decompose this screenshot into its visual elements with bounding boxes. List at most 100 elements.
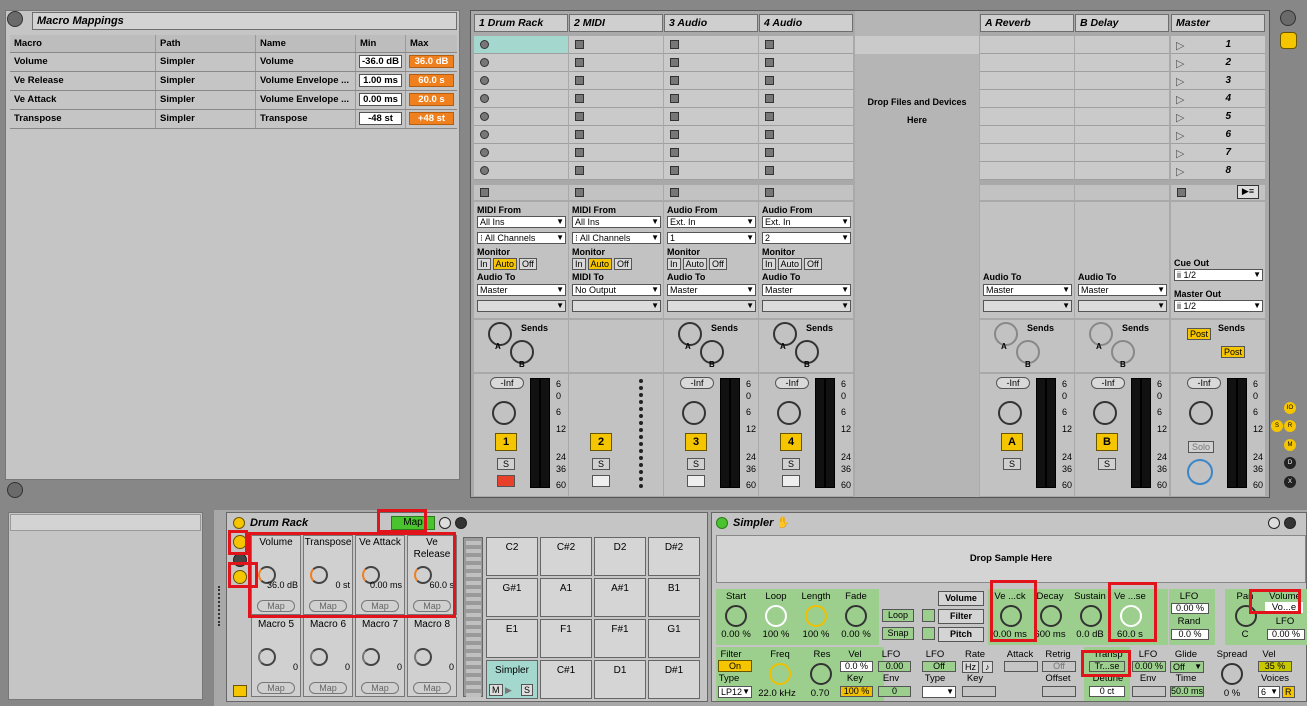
record-slot-icon[interactable] bbox=[480, 166, 489, 175]
menu-icon[interactable] bbox=[1280, 10, 1296, 26]
clip-slot[interactable]: ▷ 8 bbox=[1171, 162, 1265, 180]
table-row[interactable]: Transpose Simpler Transpose -48 st +48 st bbox=[10, 110, 457, 129]
clip-slot[interactable] bbox=[759, 90, 853, 108]
min-value-field[interactable]: -36.0 dB bbox=[359, 55, 402, 68]
clip-slot[interactable] bbox=[474, 162, 568, 180]
rand-field[interactable]: 0.0 % bbox=[1171, 629, 1209, 640]
macro-knob-dial[interactable] bbox=[258, 648, 276, 666]
max-value-field[interactable]: 60.0 s bbox=[409, 74, 454, 87]
clip-slot[interactable] bbox=[569, 72, 663, 90]
output-channel-select[interactable] bbox=[477, 300, 566, 312]
play-icon[interactable] bbox=[7, 11, 23, 27]
record-slot-icon[interactable] bbox=[480, 148, 489, 157]
clip-slot[interactable]: ▷ 4 bbox=[1171, 90, 1265, 108]
pad-overview[interactable] bbox=[463, 537, 483, 697]
knob[interactable] bbox=[492, 401, 516, 425]
scene-launch-icon[interactable]: ▷ bbox=[1176, 57, 1184, 70]
volume-value-field[interactable]: -Inf bbox=[1091, 377, 1125, 389]
pitch-env-field[interactable] bbox=[1132, 686, 1166, 697]
clip-slot[interactable] bbox=[664, 126, 758, 144]
clip-slot[interactable] bbox=[664, 54, 758, 72]
min-value-field[interactable]: 1.00 ms bbox=[359, 74, 402, 87]
clip-slot[interactable] bbox=[759, 54, 853, 72]
output-select[interactable]: Master bbox=[983, 284, 1072, 296]
min-value-field[interactable]: -48 st bbox=[359, 112, 402, 125]
record-slot-icon[interactable] bbox=[480, 76, 489, 85]
param-knob[interactable] bbox=[725, 605, 747, 627]
param-value[interactable]: 100 % bbox=[796, 629, 836, 640]
scene-launch-icon[interactable]: ▷ bbox=[1176, 93, 1184, 106]
crossfader-icon[interactable]: ▶≡ bbox=[1237, 185, 1259, 199]
table-row[interactable]: Ve Release Simpler Volume Envelope ... 1.00… bbox=[10, 72, 457, 91]
param-value[interactable]: 600 ms bbox=[1030, 629, 1070, 640]
output-channel-select[interactable] bbox=[983, 300, 1072, 312]
pitch-lfo-field[interactable]: 0.00 % bbox=[1132, 661, 1166, 672]
knob[interactable] bbox=[1189, 401, 1213, 425]
lfo-key-field[interactable] bbox=[962, 686, 996, 697]
monitor-off-button[interactable]: Off bbox=[709, 258, 727, 270]
drum-pad[interactable]: C2 bbox=[486, 537, 538, 576]
macro-map-button[interactable]: Map bbox=[361, 682, 399, 694]
show-chain-list-icon[interactable] bbox=[233, 553, 247, 567]
knob[interactable] bbox=[682, 401, 706, 425]
drum-pad[interactable]: D#1 bbox=[648, 660, 700, 699]
clip-slot[interactable] bbox=[980, 162, 1074, 180]
drum-pad[interactable]: G#1 bbox=[486, 578, 538, 617]
clip-slot[interactable] bbox=[980, 72, 1074, 90]
param-knob[interactable] bbox=[1120, 605, 1142, 627]
monitor-auto-button[interactable]: Auto bbox=[587, 258, 613, 270]
stop-slot-icon[interactable] bbox=[575, 58, 584, 67]
macro-knob-7[interactable]: Macro 7 0 Map bbox=[355, 617, 405, 697]
monitor-in-button[interactable]: In bbox=[762, 258, 776, 270]
clip-slot[interactable]: ▷ 3 bbox=[1171, 72, 1265, 90]
clip-slot[interactable] bbox=[1075, 90, 1169, 108]
macro-knob-4[interactable]: Ve Release 60.0 s Map bbox=[407, 535, 457, 615]
clip-slot[interactable] bbox=[569, 108, 663, 126]
overview-icon[interactable] bbox=[7, 482, 23, 498]
macro-map-button[interactable]: Map bbox=[257, 682, 295, 694]
macro-map-button[interactable]: Map bbox=[413, 600, 451, 612]
stop-slot-icon[interactable] bbox=[765, 94, 774, 103]
monitor-auto-button[interactable]: Auto bbox=[492, 258, 518, 270]
clip-slot[interactable] bbox=[474, 36, 568, 54]
track-activator-button[interactable]: 1 bbox=[495, 433, 517, 451]
output-channel-select[interactable] bbox=[762, 300, 851, 312]
track-header[interactable]: B Delay bbox=[1075, 14, 1169, 32]
vol-select-indicator[interactable] bbox=[922, 609, 935, 622]
output-select[interactable]: Master bbox=[762, 284, 851, 296]
stop-clips-button[interactable] bbox=[1177, 188, 1186, 197]
drum-pad[interactable]: Simpler M ▶ S bbox=[486, 660, 538, 699]
max-value-field[interactable]: 36.0 dB bbox=[409, 55, 454, 68]
clip-slot[interactable] bbox=[1075, 54, 1169, 72]
filter-lfo-field[interactable]: 0.00 bbox=[878, 661, 911, 672]
clip-slot[interactable]: ▷ 7 bbox=[1171, 144, 1265, 162]
pitch-tab-button[interactable]: Pitch bbox=[938, 627, 984, 642]
stop-slot-icon[interactable] bbox=[670, 94, 679, 103]
post-button[interactable]: Post bbox=[1221, 346, 1246, 358]
column-header[interactable]: Path bbox=[156, 35, 256, 52]
filter-env-field[interactable]: 0 bbox=[878, 686, 911, 697]
stop-slot-icon[interactable] bbox=[765, 166, 774, 175]
scene-launch-icon[interactable]: ▷ bbox=[1176, 75, 1184, 88]
clip-slot[interactable] bbox=[664, 36, 758, 54]
solo-button[interactable]: S bbox=[1003, 458, 1021, 470]
stop-slot-icon[interactable] bbox=[765, 76, 774, 85]
drum-pad[interactable]: D1 bbox=[594, 660, 646, 699]
lfo-attack-field[interactable] bbox=[1004, 661, 1038, 672]
filter-vel-field[interactable]: 0.0 % bbox=[840, 661, 873, 672]
param-knob[interactable] bbox=[810, 663, 832, 685]
solo-button[interactable]: S bbox=[1098, 458, 1116, 470]
clip-slot[interactable] bbox=[569, 162, 663, 180]
glide-select[interactable]: Off bbox=[1170, 661, 1204, 673]
clip-slot[interactable] bbox=[1075, 126, 1169, 144]
clip-slot[interactable] bbox=[1075, 108, 1169, 126]
map-button[interactable]: Map bbox=[391, 516, 435, 530]
output-select[interactable]: Master bbox=[667, 284, 756, 296]
drum-pad[interactable]: E1 bbox=[486, 619, 538, 658]
solo-button[interactable]: S bbox=[782, 458, 800, 470]
drop-area[interactable]: Drop Files and Devices Here bbox=[855, 11, 979, 497]
clip-slot[interactable] bbox=[759, 162, 853, 180]
scene-launch-icon[interactable]: ▷ bbox=[1176, 111, 1184, 124]
output-select[interactable]: No Output bbox=[572, 284, 661, 296]
snap-button[interactable]: Snap bbox=[882, 627, 914, 640]
